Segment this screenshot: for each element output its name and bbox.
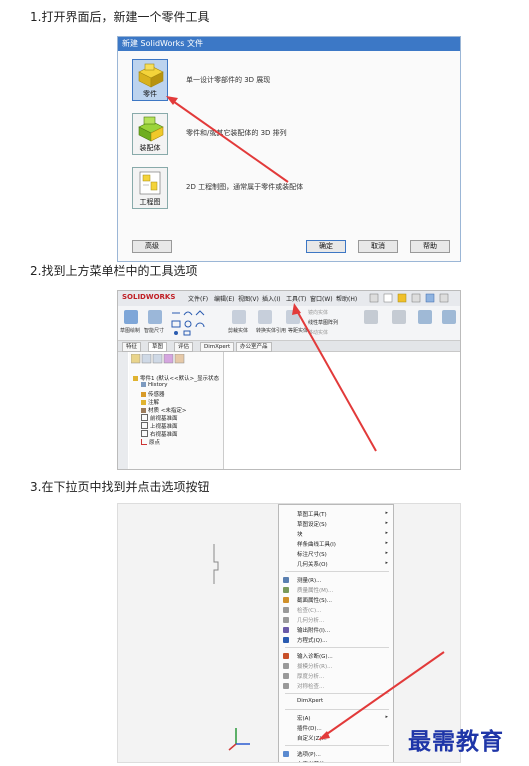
red-arrow-1 — [166, 96, 289, 183]
red-arrow-2 — [292, 303, 377, 452]
step-2-caption: 2.找到上方菜单栏中的工具选项 — [30, 264, 198, 278]
step-1-caption: 1.打开界面后，新建一个零件工具 — [30, 10, 210, 24]
watermark: 最需教育 — [408, 728, 504, 755]
solidworks-window: SOLIDWORKS 文件(F) 编辑(E) 视图(V) 插入(I) 工具(T)… — [117, 290, 461, 470]
new-file-dialog: 新建 SolidWorks 文件 零件 单一设计零部件的 3D 展现 装配体 零… — [117, 36, 461, 262]
step-3-caption: 3.在下拉页中找到并点击选项按钮 — [30, 480, 210, 494]
